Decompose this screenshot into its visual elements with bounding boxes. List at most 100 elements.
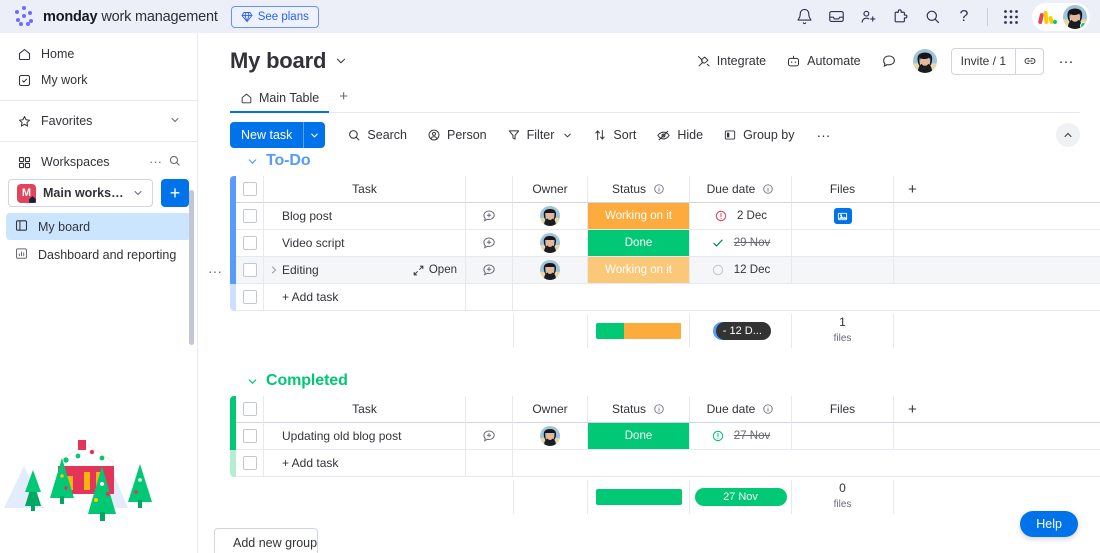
add-update-icon[interactable] bbox=[481, 235, 497, 251]
chevron-down-icon[interactable] bbox=[132, 187, 144, 199]
row-checkbox[interactable] bbox=[242, 263, 257, 277]
owner-cell[interactable] bbox=[513, 423, 588, 450]
select-all-checkbox[interactable] bbox=[242, 182, 257, 196]
automate-button[interactable]: Automate bbox=[778, 47, 869, 75]
owner-avatar[interactable] bbox=[540, 206, 560, 226]
owner-avatar[interactable] bbox=[540, 426, 560, 446]
open-item-button[interactable]: Open bbox=[412, 264, 457, 277]
sidebar-scrollbar[interactable] bbox=[189, 190, 194, 345]
task-name-cell[interactable]: Updating old blog post bbox=[264, 423, 466, 450]
status-badge[interactable]: Done bbox=[588, 230, 689, 256]
inbox-icon[interactable] bbox=[821, 2, 851, 32]
status-badge[interactable]: Done bbox=[588, 423, 689, 449]
toolbar-filter-button[interactable]: Filter bbox=[499, 122, 582, 148]
row-checkbox[interactable] bbox=[242, 456, 257, 470]
add-board-button[interactable]: + bbox=[161, 179, 189, 207]
add-task-row[interactable]: + Add task bbox=[230, 284, 1100, 311]
board-owner-avatar[interactable] bbox=[912, 49, 937, 73]
toolbar-group-by-button[interactable]: Group by bbox=[715, 122, 802, 148]
updates-cell[interactable] bbox=[466, 257, 513, 284]
user-avatar[interactable] bbox=[1063, 4, 1087, 29]
column-header-owner[interactable]: Owner bbox=[513, 396, 588, 423]
summary-files-cell[interactable]: 0 files bbox=[792, 480, 894, 514]
due-date-cell[interactable]: 2 Dec bbox=[690, 203, 792, 230]
add-view-tab-button[interactable]: + bbox=[329, 84, 358, 112]
image-file-icon[interactable] bbox=[833, 208, 852, 224]
row-select-cell[interactable] bbox=[236, 257, 264, 284]
monday-logo-icon[interactable] bbox=[14, 6, 36, 28]
status-cell[interactable]: Done bbox=[588, 423, 690, 450]
task-name-cell[interactable]: Video script bbox=[264, 230, 466, 257]
column-header-owner[interactable]: Owner bbox=[513, 176, 588, 203]
summary-date-cell[interactable]: 29 Nov - 12 D... bbox=[690, 314, 792, 348]
table-row[interactable]: Updating old blog post Done 27 Nov bbox=[230, 423, 1100, 450]
column-header-due-date[interactable]: Due date bbox=[690, 396, 792, 423]
row-menu-button[interactable]: ··· bbox=[208, 257, 222, 284]
column-header-task[interactable]: Task bbox=[264, 396, 466, 423]
add-update-icon[interactable] bbox=[481, 428, 497, 444]
workspaces-search-icon[interactable] bbox=[168, 154, 181, 170]
see-plans-button[interactable]: See plans bbox=[230, 5, 319, 28]
select-all-checkbox[interactable] bbox=[242, 402, 257, 416]
updates-cell[interactable] bbox=[466, 230, 513, 257]
toolbar-hide-button[interactable]: Hide bbox=[648, 122, 711, 148]
files-cell[interactable] bbox=[792, 230, 894, 257]
owner-avatar[interactable] bbox=[540, 260, 560, 280]
column-header-due-date[interactable]: Due date bbox=[690, 176, 792, 203]
row-select-cell[interactable] bbox=[236, 423, 264, 450]
column-header-task[interactable]: Task bbox=[264, 176, 466, 203]
summary-date-cell[interactable]: 27 Nov bbox=[690, 480, 792, 514]
workspace-selector[interactable]: M Main workspace bbox=[8, 179, 153, 207]
add-new-group-button[interactable]: Add new group bbox=[214, 528, 318, 553]
status-badge[interactable]: Working on it bbox=[588, 203, 689, 229]
files-cell[interactable] bbox=[792, 423, 894, 450]
new-task-button[interactable]: New task bbox=[230, 122, 326, 148]
account-avatar-group[interactable] bbox=[1032, 2, 1090, 31]
table-row[interactable]: Video script Done 29 Nov bbox=[230, 230, 1100, 257]
group-title[interactable]: Completed bbox=[266, 372, 348, 390]
group-collapse-chevron-icon[interactable] bbox=[246, 375, 259, 388]
updates-cell[interactable] bbox=[466, 423, 513, 450]
help-button[interactable]: Help bbox=[1020, 511, 1078, 537]
integrate-button[interactable]: Integrate bbox=[688, 47, 774, 75]
due-date-cell[interactable]: 29 Nov bbox=[690, 230, 792, 257]
owner-cell[interactable] bbox=[513, 230, 588, 257]
row-checkbox[interactable] bbox=[242, 209, 257, 223]
summary-files-cell[interactable]: 1 files bbox=[792, 314, 894, 348]
info-icon[interactable] bbox=[762, 403, 774, 415]
toolbar-person-button[interactable]: Person bbox=[419, 122, 495, 148]
status-badge[interactable]: Working on it bbox=[588, 257, 689, 283]
sidebar-item-my-board[interactable]: My board bbox=[6, 213, 191, 240]
info-icon[interactable] bbox=[762, 183, 774, 195]
add-task-button[interactable]: + Add task bbox=[264, 284, 466, 311]
chevron-down-icon[interactable] bbox=[334, 54, 348, 68]
new-task-dropdown-chevron-icon[interactable] bbox=[303, 122, 325, 148]
due-date-cell[interactable]: 12 Dec bbox=[690, 257, 792, 284]
summary-status-cell[interactable] bbox=[588, 480, 690, 514]
add-task-button[interactable]: + Add task bbox=[264, 450, 466, 477]
date-range-pill[interactable]: 27 Nov bbox=[694, 488, 787, 506]
updates-cell[interactable] bbox=[466, 203, 513, 230]
column-header-status[interactable]: Status bbox=[588, 176, 690, 203]
row-select-cell[interactable] bbox=[236, 230, 264, 257]
due-date-cell[interactable]: 27 Nov bbox=[690, 423, 792, 450]
group-title[interactable]: To-Do bbox=[266, 152, 311, 170]
sidebar-item-dashboard-and-reporting[interactable]: Dashboard and reporting bbox=[6, 241, 191, 268]
bell-icon[interactable] bbox=[789, 2, 819, 32]
invite-member-icon[interactable] bbox=[853, 2, 883, 32]
table-row[interactable]: Blog post Working on it 2 Dec bbox=[230, 203, 1100, 230]
copy-link-button[interactable] bbox=[1015, 48, 1043, 74]
tab-main-table[interactable]: Main Table bbox=[230, 87, 330, 113]
app-grid-icon[interactable] bbox=[996, 2, 1026, 32]
row-checkbox[interactable] bbox=[242, 429, 257, 443]
table-row[interactable]: ··· Editing Open Working on it 12 Dec bbox=[208, 257, 1100, 284]
row-select-cell[interactable] bbox=[236, 203, 264, 230]
toolbar-sort-button[interactable]: Sort bbox=[585, 122, 644, 148]
row-checkbox[interactable] bbox=[242, 290, 257, 304]
status-cell[interactable]: Working on it bbox=[588, 203, 690, 230]
select-all-cell[interactable] bbox=[236, 176, 264, 203]
toolbar-collapse-button[interactable] bbox=[1056, 123, 1080, 147]
add-column-button[interactable]: + bbox=[894, 176, 1100, 203]
add-task-row[interactable]: + Add task bbox=[230, 450, 1100, 477]
date-range-pill[interactable]: 29 Nov - 12 D... bbox=[713, 322, 771, 340]
